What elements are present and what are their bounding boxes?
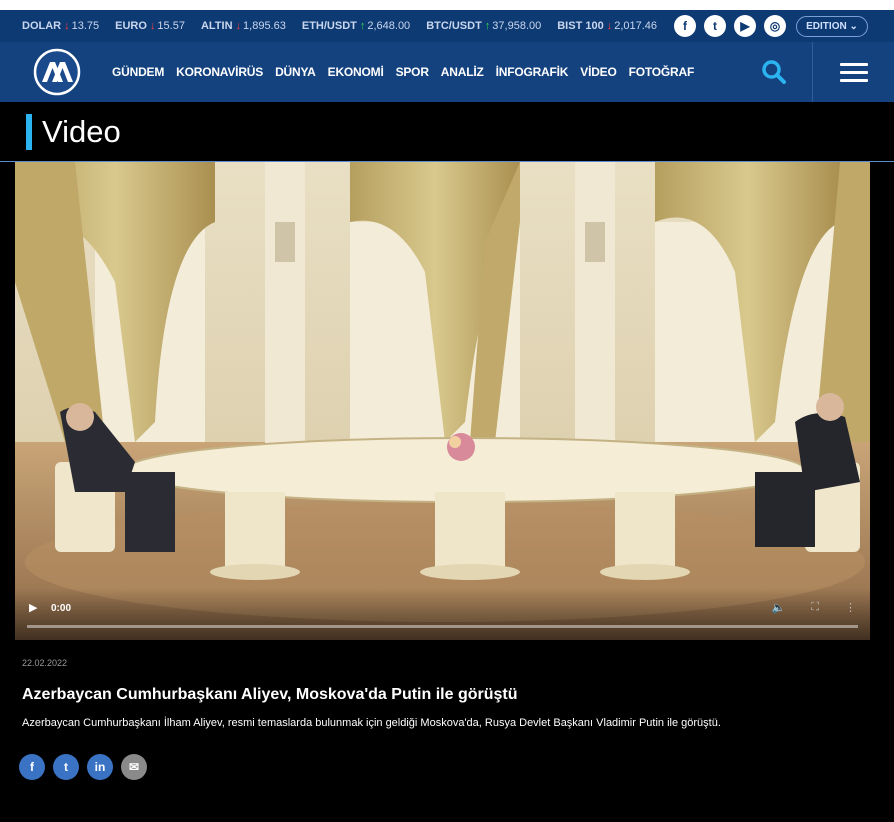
arrow-up-icon: ↑ [359, 20, 366, 32]
ticker-name: DOLAR [22, 20, 62, 32]
ticker-item[interactable]: DOLAR ↓ 13.75 [22, 20, 99, 32]
top-border [0, 0, 894, 10]
nav-item-anali̇z[interactable]: ANALİZ [441, 65, 484, 79]
search-icon [762, 60, 786, 84]
facebook-icon[interactable]: f [19, 754, 45, 780]
nav-item-fotoğraf[interactable]: FOTOĞRAF [629, 65, 695, 79]
article-date: 22.02.2022 [22, 658, 68, 668]
ticker-name: BTC/USDT [426, 20, 482, 32]
ticker-name: ALTIN [200, 20, 233, 32]
menu-button[interactable] [812, 42, 894, 102]
nav-menu: GÜNDEM KORONAVİRÜS DÜNYA EKONOMİ SPOR ANALİZ İ… [112, 65, 706, 79]
market-ticker: DOLAR ↓ 13.75 EURO ↓ 15.57 ALTIN ↓ 1,895.63 ETH/U… [0, 10, 894, 42]
ticker-value: 15.57 [157, 20, 185, 32]
main-navbar: GÜNDEM KORONAVİRÜS DÜNYA EKONOMİ SPOR ANALİZ İ… [0, 42, 894, 102]
video-time: 0:00 [51, 603, 72, 614]
nav-item-gündem[interactable]: GÜNDEM [112, 65, 164, 79]
aa-logo[interactable] [22, 42, 92, 102]
arrow-down-icon: ↓ [235, 20, 242, 32]
youtube-icon[interactable]: ▶ [734, 15, 756, 37]
nav-item-koronavi̇rüs[interactable]: KORONAVİRÜS [176, 65, 263, 79]
ticker-name: EURO [115, 20, 147, 32]
video-controls: ▶ 0:00 🔈 ⛶ ⋮ [15, 588, 870, 640]
ticker-value: 2,648.00 [367, 20, 411, 32]
article-summary: Azerbaycan Cumhurbaşkanı İlham Aliyev, r… [22, 717, 721, 729]
ticker-name: ETH/USDT [301, 20, 357, 32]
nav-item-ekonomi̇[interactable]: EKONOMİ [328, 65, 384, 79]
nav-item-spor[interactable]: SPOR [396, 65, 429, 79]
ticker-item[interactable]: BTC/USDT ↑ 37,958.00 [426, 20, 541, 32]
arrow-down-icon: ↓ [64, 20, 70, 32]
play-icon[interactable]: ▶ [29, 601, 37, 614]
ticker-item[interactable]: BIST 100 ↓ 2,017.46 [557, 20, 657, 32]
twitter-icon[interactable]: t [704, 15, 726, 37]
linkedin-icon[interactable]: in [87, 754, 113, 780]
hamburger-icon [839, 58, 868, 87]
arrow-down-icon: ↓ [606, 20, 613, 32]
instagram-icon[interactable]: ◎ [764, 15, 786, 37]
video-player[interactable]: ▶ 0:00 🔈 ⛶ ⋮ [15, 162, 870, 640]
arrow-down-icon: ↓ [149, 20, 156, 32]
video-progress-bar[interactable] [27, 625, 858, 628]
fullscreen-icon[interactable]: ⛶ [811, 601, 819, 614]
ticker-value: 2,017.46 [614, 20, 658, 32]
more-options-icon[interactable]: ⋮ [845, 601, 856, 614]
social-links-top: f t ▶ ◎ [666, 15, 786, 37]
share-buttons: f t in ✉ [0, 754, 894, 780]
nav-item-dünya[interactable]: DÜNYA [275, 65, 316, 79]
twitter-icon[interactable]: t [53, 754, 79, 780]
article-meta: 22.02.2022 Azerbaycan Cumhurbaşkanı Aliy… [0, 658, 894, 732]
ticker-value: 1,895.63 [243, 20, 286, 32]
section-header: Video [0, 102, 894, 162]
mail-icon[interactable]: ✉ [121, 754, 147, 780]
article-headline: Azerbaycan Cumhurbaşkanı Aliyev, Moskova… [22, 686, 518, 703]
ticker-value: 13.75 [71, 20, 100, 32]
nav-item-i̇nfografi̇k[interactable]: İNFOGRAFİK [496, 65, 569, 79]
ticker-value: 37,958.00 [492, 20, 542, 32]
arrow-up-icon: ↑ [484, 20, 491, 32]
ticker-item[interactable]: EURO ↓ 15.57 [115, 20, 185, 32]
ticker-name: BIST 100 [557, 20, 604, 32]
volume-icon[interactable]: 🔈 [772, 601, 786, 614]
ticker-item[interactable]: ETH/USDT ↑ 2,648.00 [302, 20, 410, 32]
section-accent-bar [26, 113, 32, 150]
ticker-item[interactable]: ALTIN ↓ 1,895.63 [201, 20, 286, 32]
section-title: Video [42, 113, 121, 149]
search-button[interactable] [744, 42, 804, 102]
facebook-icon[interactable]: f [674, 15, 696, 37]
nav-item-vi̇deo[interactable]: VİDEO [580, 65, 617, 79]
video-frame [15, 162, 870, 640]
edition-dropdown[interactable]: EDITION ⌄ [796, 16, 868, 37]
